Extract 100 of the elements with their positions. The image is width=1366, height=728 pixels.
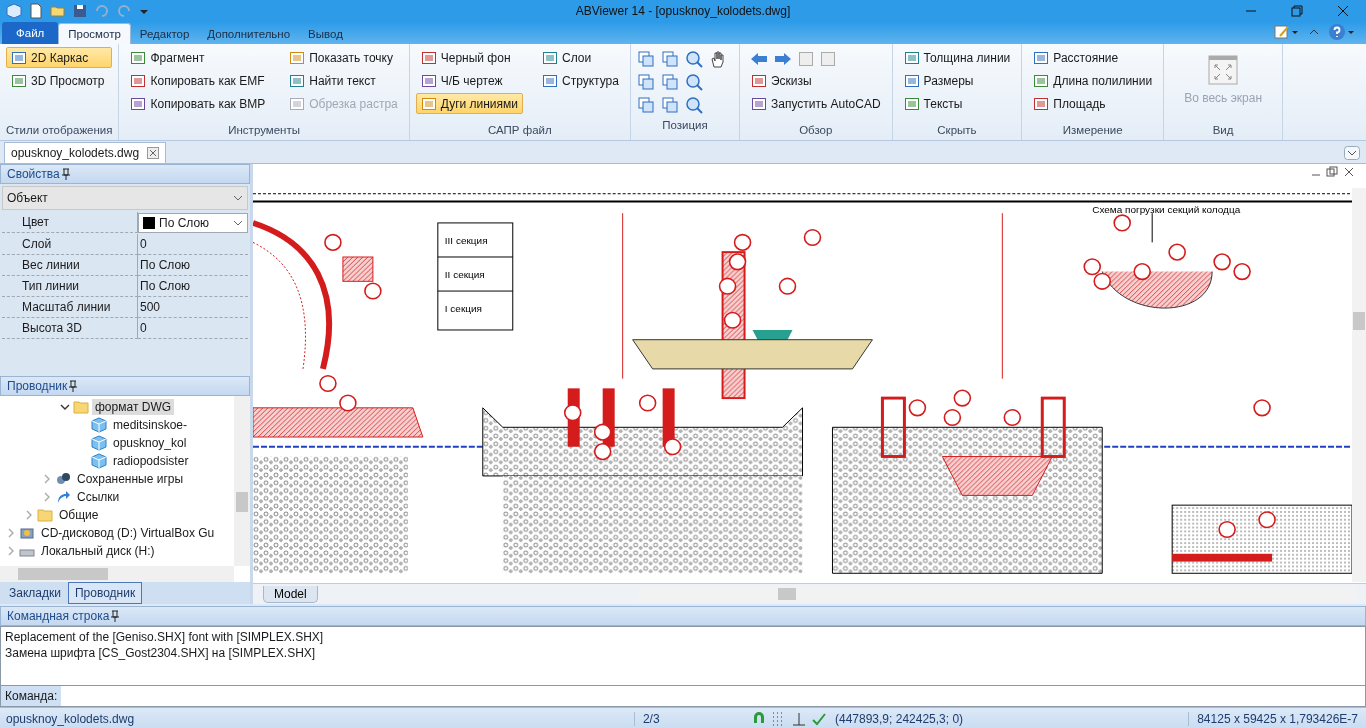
collapse-ribbon-icon[interactable] (1308, 27, 1320, 37)
chevron-down-icon (233, 193, 243, 203)
tree-item[interactable]: Общие (56, 507, 102, 523)
log-line: Replacement of the [Geniso.SHX] font with [SIMPLEX.SHX] (5, 629, 325, 645)
panel-tab[interactable]: Проводник (67, 582, 143, 604)
tree-item[interactable]: opusknoy_kol (110, 435, 190, 451)
scrollbar[interactable] (1352, 188, 1366, 582)
ribbon-button[interactable]: Структура (537, 70, 624, 91)
tool-icon (289, 49, 306, 66)
drawing-label: I секция (444, 303, 482, 315)
tool-icon (903, 49, 920, 66)
status-dimensions: 84125 x 59425 x 1,793426E-7 (1188, 711, 1366, 726)
ribbon-tab[interactable]: Вывод (299, 24, 352, 44)
property-value: 500 (138, 297, 248, 318)
folder-icon (37, 507, 53, 523)
ribbon-button[interactable]: Черный фон (415, 47, 524, 68)
status-page: 2/3 (633, 711, 741, 726)
tree-item[interactable]: CD-дисковод (D:) VirtualBox Gu (38, 525, 218, 541)
ortho-icon[interactable] (791, 710, 807, 727)
ribbon-tab[interactable]: Редактор (130, 24, 199, 44)
ribbon-tab[interactable]: Дополнительно (198, 24, 300, 44)
tool-icon (420, 72, 437, 89)
tool-icon (1033, 95, 1050, 112)
property-name: Тип линии (2, 276, 138, 297)
tool-icon (542, 72, 559, 89)
property-name: Вес линии (2, 255, 138, 276)
ribbon-button[interactable]: Размеры (898, 70, 1016, 91)
pin-icon (59, 168, 72, 180)
drawing-label: II секция (444, 269, 485, 281)
scrollbar[interactable] (234, 396, 250, 566)
pin-icon (109, 610, 122, 622)
tree-item[interactable]: формат DWG (92, 399, 175, 415)
ribbon-button[interactable]: Длина полилинии (1028, 70, 1158, 91)
ribbon-button[interactable]: 2D Каркас (6, 47, 113, 68)
color-dropdown[interactable]: По Слою (138, 213, 248, 233)
forward-arrow-icon[interactable] (773, 51, 792, 66)
ribbon-button[interactable]: Толщина линии (898, 47, 1016, 68)
tool-icon (11, 72, 27, 89)
tree-item[interactable]: Сохраненные игры (74, 471, 187, 487)
layout-tab[interactable]: Model (263, 585, 318, 603)
status-file: opusknoy_kolodets.dwg (5, 711, 136, 726)
tab-list-chevron-icon[interactable] (1344, 146, 1360, 160)
hand-icon[interactable] (708, 49, 727, 68)
group-title: САПР файл (487, 123, 553, 138)
ribbon-button[interactable]: Дуги линиями (415, 93, 524, 114)
ribbon-button[interactable]: Фрагмент (125, 47, 271, 68)
expand-chevron-icon[interactable] (6, 528, 16, 538)
window-controls-icon[interactable] (1310, 166, 1356, 178)
expand-chevron-icon[interactable] (42, 474, 52, 484)
document-tab[interactable]: opusknoy_kolodets.dwg (4, 142, 167, 163)
cube-file-icon (91, 435, 107, 451)
tree-item[interactable]: radiopodsister (110, 453, 192, 469)
tree-item[interactable]: meditsinskoe- (110, 417, 191, 433)
tool-icon (130, 95, 147, 112)
panel-tab[interactable]: Закладки (2, 582, 68, 604)
expand-chevron-icon[interactable] (6, 546, 16, 556)
ribbon-tab[interactable]: Просмотр (58, 23, 131, 44)
ribbon-button[interactable]: Тексты (898, 93, 1016, 114)
ribbon-button[interactable]: Копировать как BMP (125, 93, 271, 114)
drawing-label: Схема погрузки секций колодца (1092, 204, 1241, 216)
tree-item[interactable]: Локальный диск (H:) (38, 543, 158, 559)
fullscreen-icon (1208, 55, 1239, 85)
group-title: Измерение (1061, 123, 1124, 138)
new-file-icon (28, 3, 44, 19)
scrollbar[interactable] (0, 566, 234, 582)
tree-item[interactable]: Ссылки (74, 489, 123, 505)
help-icon[interactable] (1328, 23, 1356, 41)
tool-icon (1033, 72, 1050, 89)
ribbon-button[interactable]: Расстояние (1028, 47, 1158, 68)
ribbon-button[interactable]: Показать точку (284, 47, 403, 68)
group-title: Обзор (798, 123, 834, 138)
close-icon[interactable] (147, 147, 160, 159)
ribbon-button[interactable]: 3D Просмотр (6, 70, 113, 91)
group-title: Стили отображения (6, 123, 113, 138)
arrow-icon (55, 489, 71, 505)
tool-icon (11, 49, 27, 66)
ribbon-button[interactable]: Слои (537, 47, 624, 68)
expand-chevron-icon[interactable] (42, 492, 52, 502)
back-arrow-icon[interactable] (749, 51, 768, 66)
ribbon-button[interactable]: Запустить AutoCAD (745, 93, 886, 114)
panel-title: Командная строка (7, 609, 110, 623)
property-name: Слой (2, 234, 138, 255)
object-dropdown[interactable]: Объект (2, 186, 248, 210)
file-menu-button[interactable]: Файл (2, 22, 59, 44)
drawing-label: III секция (444, 235, 488, 247)
ribbon-button[interactable]: Найти текст (284, 70, 403, 91)
group-title: Позиция (661, 118, 709, 133)
ribbon-button[interactable]: Ч/Б чертеж (415, 70, 524, 91)
cube-file-icon (91, 453, 107, 469)
tool-icon (1033, 49, 1050, 66)
style-edit-icon[interactable] (1274, 24, 1300, 40)
ribbon-button[interactable]: Площадь (1028, 93, 1158, 114)
scrollbar[interactable] (637, 587, 1356, 601)
drive-icon (19, 525, 35, 541)
ribbon-button[interactable]: Копировать как EMF (125, 70, 271, 91)
chevron-down-icon (233, 218, 243, 228)
tool-icon (289, 72, 306, 89)
ribbon-button[interactable]: Эскизы (745, 70, 886, 91)
collapse-chevron-icon[interactable] (60, 402, 70, 412)
expand-chevron-icon[interactable] (24, 510, 34, 520)
